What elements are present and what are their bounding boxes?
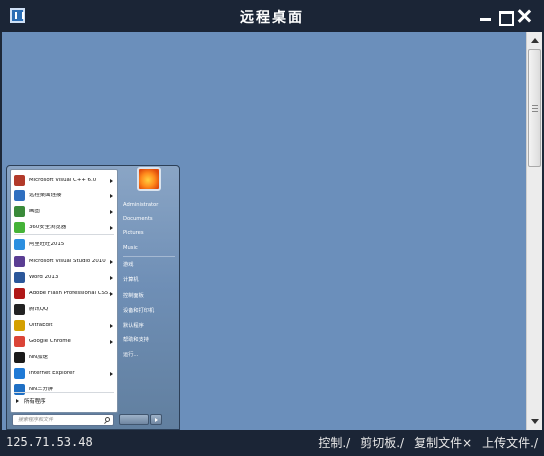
aliwangwang-icon: [14, 239, 25, 250]
separator: [14, 234, 114, 235]
ultraedit-icon: [14, 320, 25, 331]
start-link[interactable]: Administrator: [123, 202, 158, 208]
start-link[interactable]: Pictures: [123, 230, 144, 236]
maximize-button[interactable]: [498, 9, 514, 26]
submenu-arrow-icon: [110, 371, 113, 376]
scroll-up-button[interactable]: [528, 34, 542, 48]
start-link[interactable]: 运行...: [123, 351, 138, 358]
program-label: Adobe Flash Professional CS5.5: [29, 290, 110, 296]
browser-360-icon: [14, 222, 25, 233]
search-input[interactable]: 搜索程序和文件: [12, 414, 114, 426]
word-icon: [14, 272, 25, 283]
nn-accel-icon: [14, 352, 25, 363]
separator: [14, 392, 114, 393]
qq-icon: [14, 304, 25, 315]
vertical-scrollbar[interactable]: [526, 32, 542, 430]
start-link[interactable]: 游戏: [123, 261, 133, 268]
all-programs-item[interactable]: 所有程序: [14, 395, 114, 407]
scroll-thumb[interactable]: [528, 49, 541, 167]
thumb-grip: [532, 108, 538, 109]
host-ip: 125.71.53.48: [6, 435, 93, 449]
program-item[interactable]: Internet Explorer: [12, 366, 116, 381]
nn-split-icon: [14, 384, 25, 395]
window-title: 远程桌面: [240, 10, 304, 26]
upload-file-toggle[interactable]: 上传文件./: [482, 434, 538, 451]
close-button[interactable]: [517, 9, 531, 23]
triangle-right-icon: [16, 399, 19, 403]
program-item[interactable]: 360安全浏览器: [12, 220, 116, 235]
title-bar: 远程桌面: [0, 0, 544, 32]
program-label: Microsoft Visual Studio 2010: [29, 258, 106, 264]
program-item[interactable]: NN加速: [12, 350, 116, 365]
submenu-arrow-icon: [110, 225, 113, 230]
status-bar: 125.71.53.48 控制./ 剪切板./ 复制文件× 上传文件./: [0, 430, 544, 456]
start-link[interactable]: 计算机: [123, 276, 139, 283]
submenu-arrow-icon: [110, 209, 113, 214]
copy-file-toggle[interactable]: 复制文件×: [414, 434, 472, 451]
program-label: Internet Explorer: [29, 370, 75, 376]
user-avatar[interactable]: [137, 167, 161, 191]
program-label: 腾讯QQ: [29, 306, 49, 312]
submenu-arrow-icon: [110, 259, 113, 264]
search-icon[interactable]: [105, 417, 110, 422]
program-item[interactable]: 画图: [12, 204, 116, 219]
program-item[interactable]: 阿里旺旺2015: [12, 237, 116, 252]
program-item[interactable]: Adobe Flash Professional CS5.5: [12, 286, 116, 301]
shutdown-button[interactable]: [119, 414, 149, 425]
visual-cpp-icon: [14, 175, 25, 186]
status-actions: 控制./ 剪切板./ 复制文件× 上传文件./: [318, 434, 538, 451]
shutdown-options-button[interactable]: [150, 414, 162, 425]
minimize-button[interactable]: [479, 9, 493, 23]
program-item[interactable]: 腾讯QQ: [12, 302, 116, 317]
start-link[interactable]: Documents: [123, 216, 153, 222]
program-label: 360安全浏览器: [29, 224, 67, 230]
paint-icon: [14, 206, 25, 217]
thumb-grip: [532, 105, 538, 106]
program-label: Word 2013: [29, 274, 59, 280]
ie-icon: [14, 368, 25, 379]
visual-studio-icon: [14, 256, 25, 267]
program-label: Microsoft Visual C++ 6.0: [29, 177, 97, 183]
program-item[interactable]: Word 2013: [12, 270, 116, 285]
program-label: 阿里旺旺2015: [29, 241, 65, 247]
program-item[interactable]: UltraEdit: [12, 318, 116, 333]
clipboard-toggle[interactable]: 剪切板./: [360, 434, 404, 451]
remote-desktop-icon: [14, 190, 25, 201]
control-toggle[interactable]: 控制./: [318, 434, 350, 451]
submenu-arrow-icon: [110, 275, 113, 280]
start-link[interactable]: Music: [123, 245, 138, 251]
start-link[interactable]: 默认程序: [123, 322, 144, 329]
program-item[interactable]: Microsoft Visual Studio 2010: [12, 254, 116, 269]
start-link[interactable]: 设备和打印机: [123, 307, 154, 314]
flash-icon: [14, 288, 25, 299]
submenu-arrow-icon: [110, 323, 113, 328]
program-item[interactable]: Microsoft Visual C++ 6.0: [12, 173, 116, 188]
thumb-grip: [532, 111, 538, 112]
program-label: 远程桌面连接: [29, 192, 62, 198]
program-label: 画图: [29, 208, 40, 214]
program-label: UltraEdit: [29, 322, 53, 328]
program-label: NN加速: [29, 354, 48, 360]
program-item[interactable]: Google Chrome: [12, 334, 116, 349]
scroll-down-button[interactable]: [528, 414, 542, 428]
submenu-arrow-icon: [110, 178, 113, 183]
separator: [123, 256, 175, 257]
submenu-arrow-icon: [110, 193, 113, 198]
program-label: Google Chrome: [29, 338, 71, 344]
submenu-arrow-icon: [110, 339, 113, 344]
search-placeholder: 搜索程序和文件: [18, 417, 54, 423]
all-programs-label: 所有程序: [24, 399, 46, 405]
start-menu: Microsoft Visual C++ 6.0 远程桌面连接 画图 360安全浏览器…: [6, 165, 180, 430]
program-item[interactable]: 远程桌面连接: [12, 188, 116, 203]
submenu-arrow-icon: [110, 291, 113, 296]
start-link[interactable]: 控制面板: [123, 292, 144, 299]
chrome-icon: [14, 336, 25, 347]
start-link[interactable]: 帮助和支持: [123, 336, 149, 343]
